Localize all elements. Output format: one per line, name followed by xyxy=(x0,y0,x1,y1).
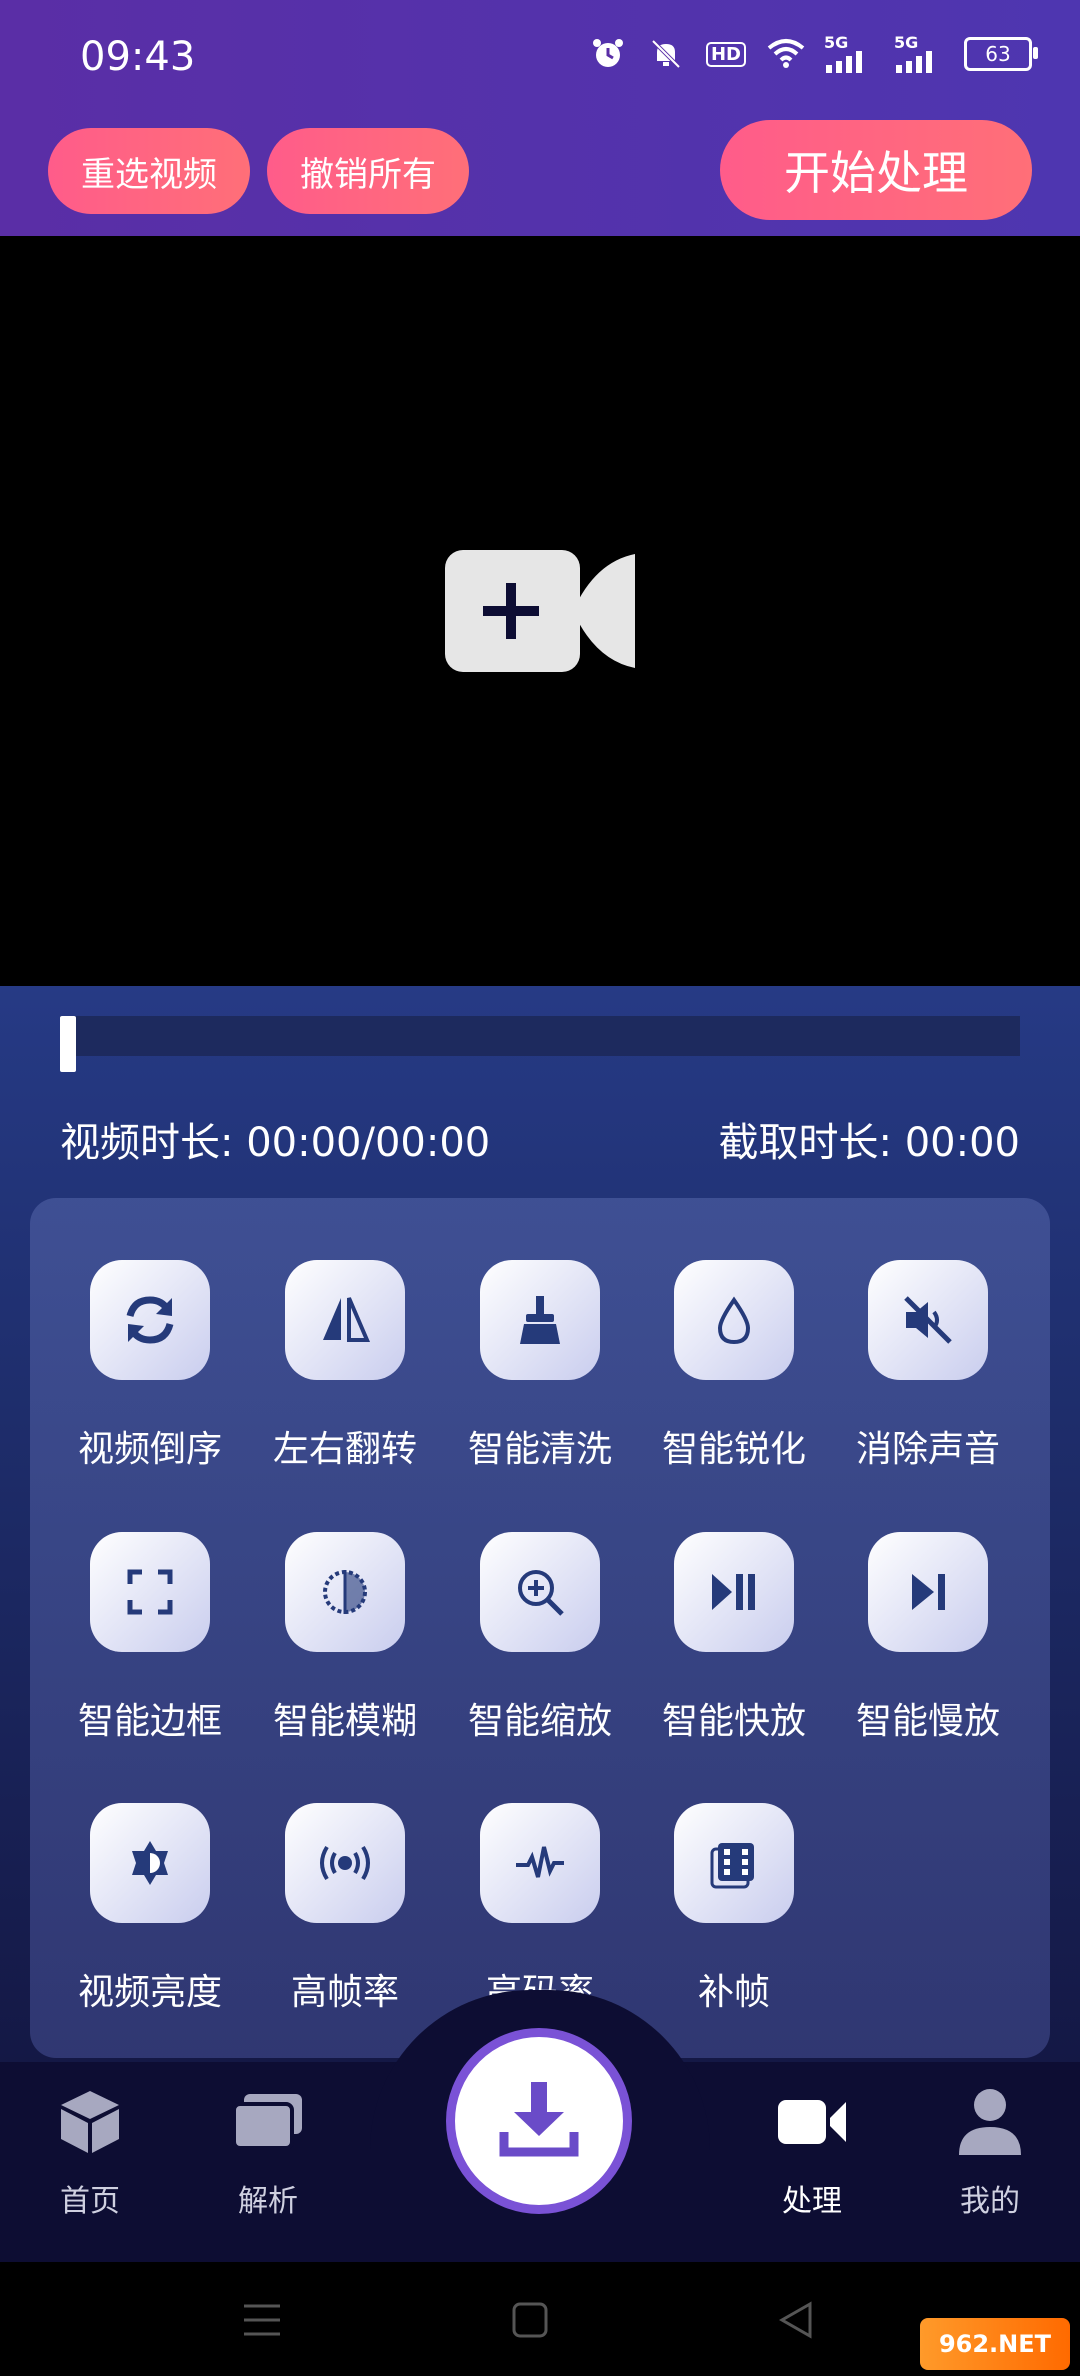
tool-video-reverse[interactable]: 视频倒序 xyxy=(60,1260,240,1500)
tool-label: 左右翻转 xyxy=(272,1429,417,1470)
fast-play-icon xyxy=(674,1532,794,1652)
tool-smart-fast-play[interactable]: 智能快放 xyxy=(644,1532,824,1772)
battery-indicator: 63 xyxy=(964,37,1038,71)
menu-icon[interactable] xyxy=(232,2290,292,2350)
tool-frame-interpolation[interactable]: 补帧 xyxy=(644,1803,824,2043)
hd-label: HD xyxy=(705,41,746,67)
tab-label: 我的 xyxy=(960,2184,1020,2219)
tool-label: 智能缩放 xyxy=(467,1701,612,1742)
tool-label: 智能清洗 xyxy=(467,1429,612,1470)
film-icon xyxy=(674,1803,794,1923)
download-button[interactable] xyxy=(446,2028,632,2214)
5g-signal-icon: 5G xyxy=(894,34,946,74)
reselect-video-button[interactable]: 重选视频 xyxy=(48,128,250,214)
video-camera-icon xyxy=(772,2082,852,2162)
tool-label: 智能锐化 xyxy=(661,1429,806,1470)
tool-label: 消除声音 xyxy=(855,1429,1000,1470)
tab-mine[interactable]: 我的 xyxy=(920,2082,1060,2220)
broom-icon xyxy=(480,1260,600,1380)
slow-play-icon xyxy=(868,1532,988,1652)
tool-label: 高帧率 xyxy=(290,1972,399,2013)
tab-label: 处理 xyxy=(782,2184,842,2219)
cards-icon xyxy=(228,2082,308,2162)
tool-smart-slow-play[interactable]: 智能慢放 xyxy=(838,1532,1018,1772)
zoom-in-icon xyxy=(480,1532,600,1652)
tool-smart-clean[interactable]: 智能清洗 xyxy=(450,1260,630,1500)
tool-label: 补帧 xyxy=(697,1972,770,2013)
broadcast-icon xyxy=(285,1803,405,1923)
tab-label: 首页 xyxy=(60,2184,120,2219)
tool-smart-zoom[interactable]: 智能缩放 xyxy=(450,1532,630,1772)
refresh-icon xyxy=(90,1260,210,1380)
watermark-logo: 962.NET xyxy=(920,2318,1070,2370)
cube-icon xyxy=(50,2082,130,2162)
status-time: 09:43 xyxy=(80,34,196,80)
tool-label: 智能边框 xyxy=(77,1701,222,1742)
tab-parse[interactable]: 解析 xyxy=(198,2082,338,2220)
brightness-icon xyxy=(90,1803,210,1923)
tool-brightness[interactable]: 视频亮度 xyxy=(60,1803,240,2043)
tool-high-fps[interactable]: 高帧率 xyxy=(255,1803,435,2043)
clip-duration-label: 截取时长: 00:00 xyxy=(718,1120,1020,1166)
start-processing-button[interactable]: 开始处理 xyxy=(720,120,1032,220)
tool-label: 视频倒序 xyxy=(77,1429,222,1470)
5g-signal-icon: 5G xyxy=(824,34,876,74)
net-label-1: 5G xyxy=(824,33,849,52)
home-square-icon[interactable] xyxy=(500,2290,560,2350)
undo-all-button[interactable]: 撤销所有 xyxy=(267,128,469,214)
tab-home[interactable]: 首页 xyxy=(20,2082,160,2220)
user-icon xyxy=(950,2082,1030,2162)
mute-icon xyxy=(646,34,686,74)
tool-smart-frame[interactable]: 智能边框 xyxy=(60,1532,240,1772)
download-icon xyxy=(494,2074,584,2168)
tool-label: 智能快放 xyxy=(661,1701,806,1742)
droplet-icon xyxy=(674,1260,794,1380)
waveform-icon xyxy=(480,1803,600,1923)
tool-flip[interactable]: 左右翻转 xyxy=(255,1260,435,1500)
mute-speaker-icon xyxy=(868,1260,988,1380)
tool-remove-sound[interactable]: 消除声音 xyxy=(838,1260,1018,1500)
net-label-2: 5G xyxy=(894,33,919,52)
video-duration-label: 视频时长: 00:00/00:00 xyxy=(60,1120,491,1166)
back-icon[interactable] xyxy=(766,2290,826,2350)
blur-icon xyxy=(285,1532,405,1652)
tool-smart-blur[interactable]: 智能模糊 xyxy=(255,1532,435,1772)
status-icons: HD 5G 5G 63 xyxy=(588,34,1038,74)
tool-label: 智能慢放 xyxy=(855,1701,1000,1742)
timeline-handle[interactable] xyxy=(60,1016,76,1072)
tool-label: 视频亮度 xyxy=(77,1972,222,2013)
video-add-icon[interactable] xyxy=(445,550,635,672)
hd-icon: HD xyxy=(704,34,748,74)
status-bar: 09:43 HD 5G 5G 63 xyxy=(0,0,1080,120)
wifi-icon xyxy=(766,34,806,74)
alarm-icon xyxy=(588,34,628,74)
tab-process[interactable]: 处理 xyxy=(742,2082,882,2220)
tool-smart-sharpen[interactable]: 智能锐化 xyxy=(644,1260,824,1500)
timeline-track[interactable] xyxy=(60,1016,1020,1056)
tab-label: 解析 xyxy=(238,2184,298,2219)
flip-icon xyxy=(285,1260,405,1380)
tool-label: 智能模糊 xyxy=(272,1701,417,1742)
frame-icon xyxy=(90,1532,210,1652)
